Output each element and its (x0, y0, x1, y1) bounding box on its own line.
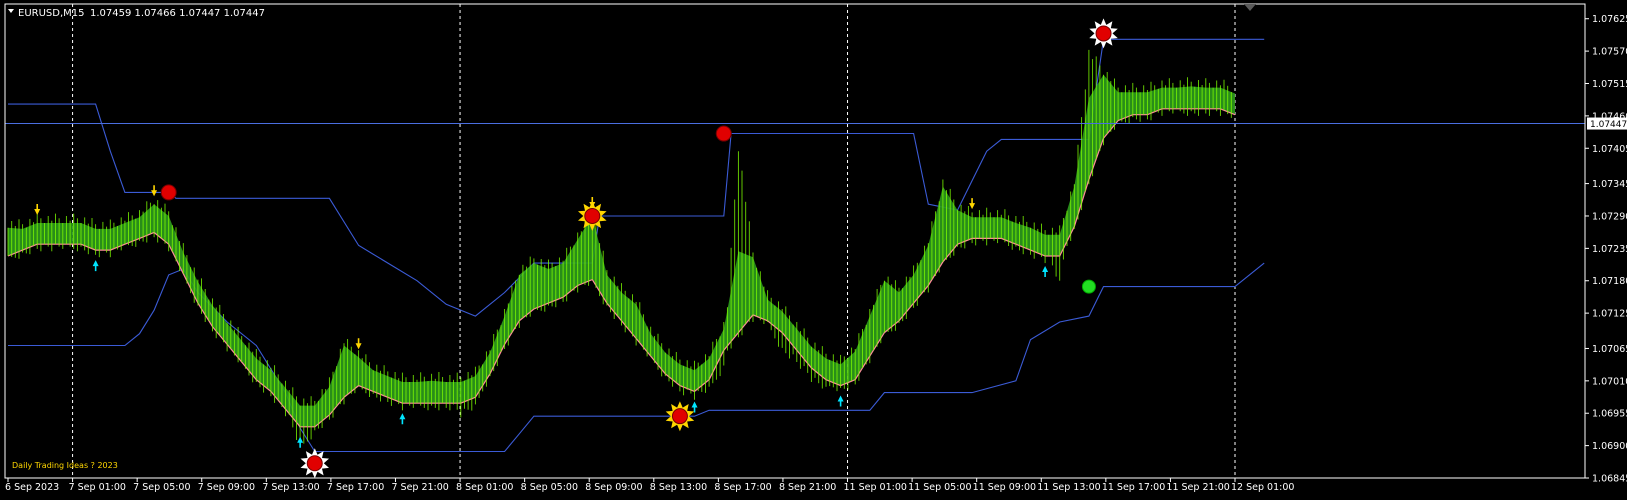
current-price-tag: 1.07447 (1587, 117, 1627, 130)
x-tick-label: 7 Sep 01:00 (69, 482, 126, 493)
y-tick-label: 1.07125 (1592, 309, 1627, 320)
y-tick-label: 1.07065 (1592, 344, 1627, 355)
y-tick-label: 1.07515 (1592, 79, 1627, 90)
x-tick-label: 8 Sep 17:00 (714, 482, 771, 493)
x-tick-label: 7 Sep 21:00 (391, 482, 448, 493)
red-fractal-dot (306, 455, 323, 472)
x-tick-label: 8 Sep 21:00 (779, 482, 836, 493)
red-fractal-dot (160, 184, 177, 201)
price-axis: 1.076251.075701.075151.074601.074051.073… (1585, 14, 1627, 485)
x-tick-label: 11 Sep 01:00 (844, 482, 907, 493)
x-tick-label: 7 Sep 05:00 (133, 482, 190, 493)
x-tick-label: 11 Sep 09:00 (973, 482, 1036, 493)
y-tick-label: 1.07290 (1592, 211, 1627, 222)
green-fractal-dot (1081, 279, 1096, 294)
price-chart[interactable]: 1.076251.075701.075151.074601.074051.073… (0, 0, 1627, 500)
red-fractal-dot (1095, 25, 1112, 42)
x-tick-label: 7 Sep 13:00 (262, 482, 319, 493)
watermark-text: Daily Trading Ideas ? 2023 (12, 461, 118, 470)
current-price-value: 1.07447 (1590, 120, 1627, 130)
y-tick-label: 1.07235 (1592, 244, 1627, 255)
chart-header: EURUSD,M15 1.07459 1.07466 1.07447 1.074… (8, 8, 265, 19)
x-tick-label: 7 Sep 17:00 (327, 482, 384, 493)
x-tick-label: 7 Sep 09:00 (198, 482, 255, 493)
y-tick-label: 1.07180 (1592, 276, 1627, 287)
x-tick-label: 11 Sep 17:00 (1102, 482, 1165, 493)
y-tick-label: 1.06900 (1592, 441, 1627, 452)
ohlc-values: 1.07459 1.07466 1.07447 1.07447 (90, 8, 265, 19)
red-fractal-dot (584, 207, 601, 224)
x-tick-label: 11 Sep 05:00 (908, 482, 971, 493)
y-tick-label: 1.06845 (1592, 474, 1627, 485)
x-tick-label: 12 Sep 01:00 (1231, 482, 1294, 493)
x-tick-label: 8 Sep 13:00 (650, 482, 707, 493)
y-tick-label: 1.07345 (1592, 179, 1627, 190)
chart-background (0, 0, 1627, 500)
x-tick-label: 11 Sep 13:00 (1037, 482, 1100, 493)
x-tick-label: 8 Sep 09:00 (585, 482, 642, 493)
y-tick-label: 1.06955 (1592, 409, 1627, 420)
y-tick-label: 1.07570 (1592, 47, 1627, 58)
red-fractal-dot (715, 125, 732, 142)
x-tick-label: 8 Sep 01:00 (456, 482, 513, 493)
x-tick-label: 8 Sep 05:00 (521, 482, 578, 493)
symbol-label: EURUSD,M15 (18, 8, 84, 19)
x-tick-label: 6 Sep 2023 (5, 482, 59, 493)
red-fractal-dot (671, 408, 688, 425)
y-tick-label: 1.07405 (1592, 144, 1627, 155)
y-tick-label: 1.07010 (1592, 376, 1627, 387)
y-tick-label: 1.07625 (1592, 14, 1627, 25)
x-tick-label: 11 Sep 21:00 (1166, 482, 1229, 493)
